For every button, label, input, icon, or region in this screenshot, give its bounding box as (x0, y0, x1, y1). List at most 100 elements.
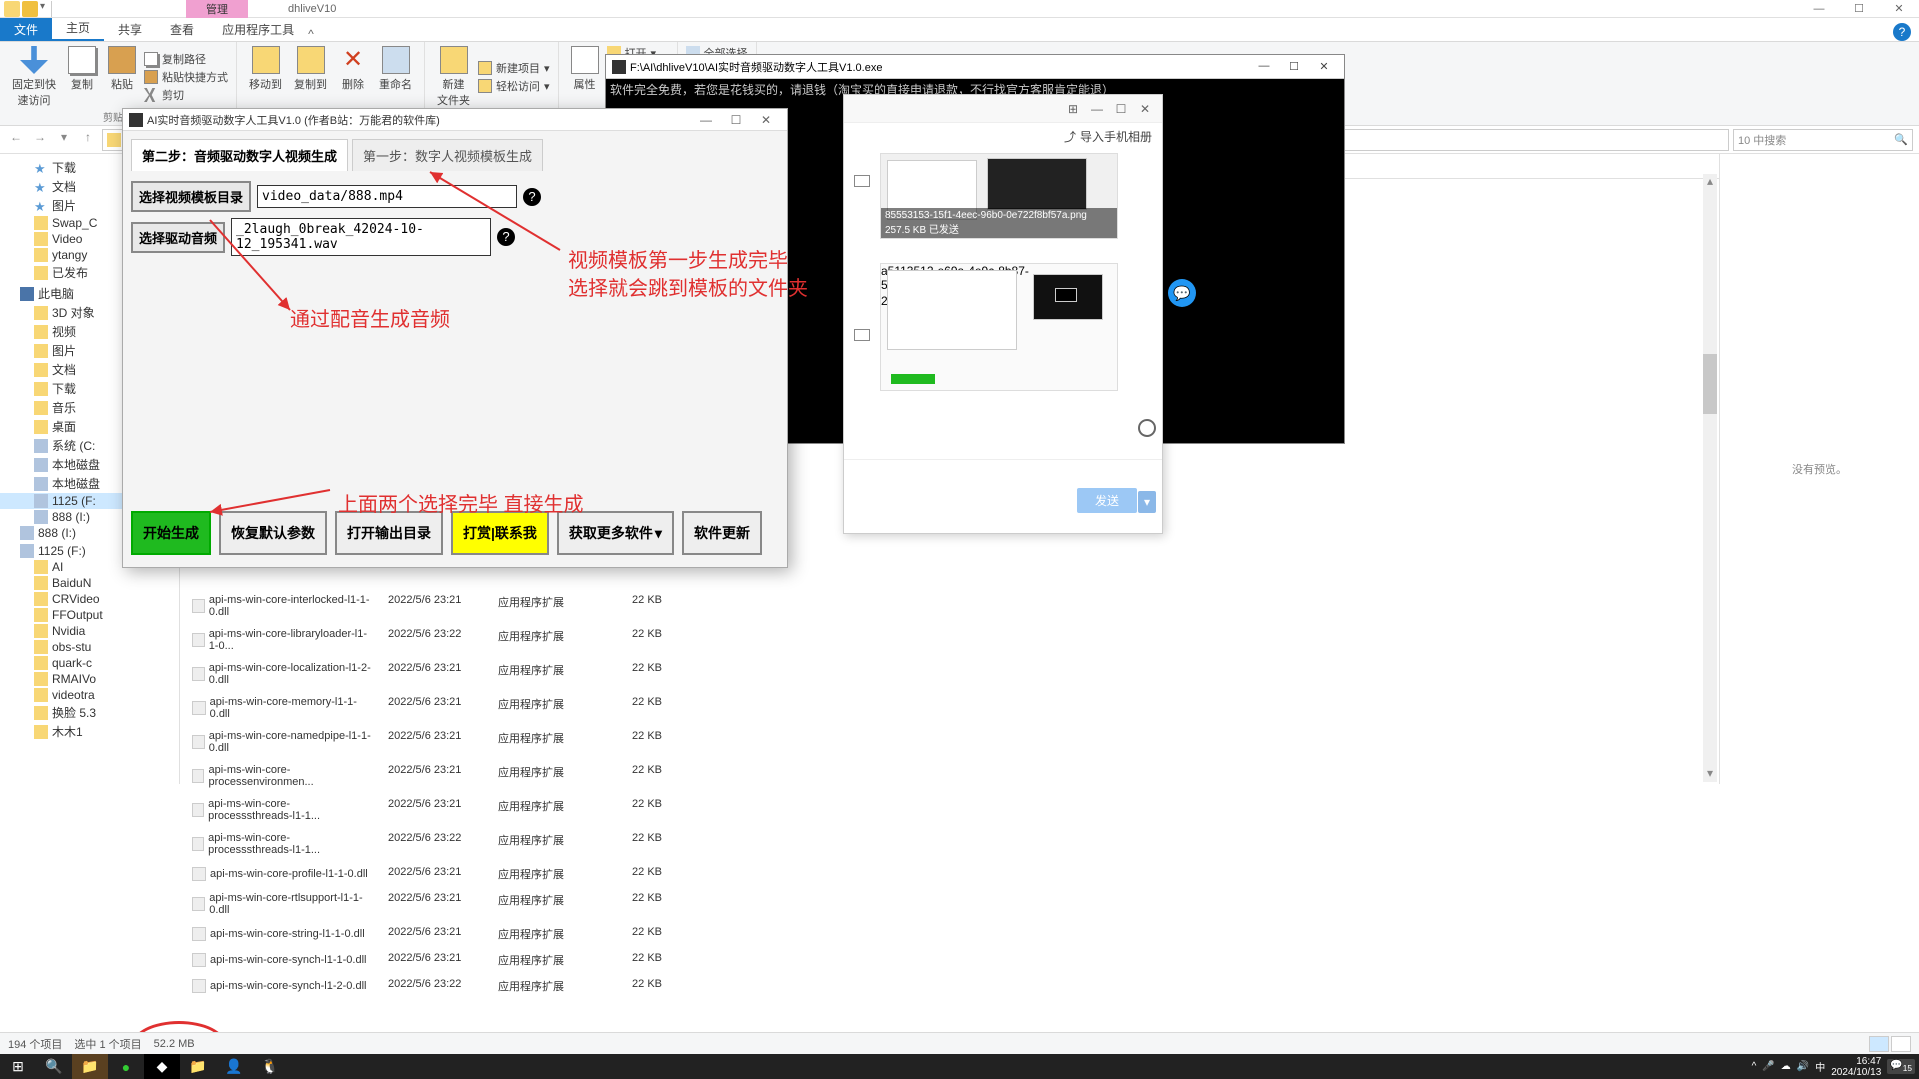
back-button[interactable]: ← (6, 130, 26, 150)
start-button[interactable]: 开始生成 (131, 511, 211, 555)
open-output-button[interactable]: 打开输出目录 (335, 511, 443, 555)
notification-icon[interactable]: 💬15 (1887, 1059, 1915, 1074)
video-path-input[interactable]: video_data/888.mp4 (257, 185, 517, 208)
copy-button[interactable]: 复制 (62, 44, 102, 110)
file-row[interactable]: api-ms-win-core-synch-l1-2-0.dll2022/5/6… (180, 973, 1719, 999)
select-audio-button[interactable]: 选择驱动音频 (131, 222, 225, 253)
tree-item[interactable]: RMAIVo (0, 671, 179, 687)
clock[interactable]: 16:47 2024/10/13 (1831, 1056, 1881, 1078)
close-button[interactable]: ✕ (1134, 102, 1156, 116)
context-tab[interactable]: 管理 (186, 0, 248, 18)
file-row[interactable]: api-ms-win-core-processenvironmen...2022… (180, 759, 1719, 793)
properties-button[interactable]: 属性 (565, 44, 605, 98)
send-button[interactable]: 发送 (1077, 488, 1137, 513)
tab-step1[interactable]: 第一步：数字人视频模板生成 (352, 139, 543, 171)
clock-icon[interactable] (1138, 419, 1156, 437)
close-button[interactable]: ✕ (1310, 60, 1338, 73)
donate-button[interactable]: 打赏|联系我 (451, 511, 549, 555)
easy-access-button[interactable]: 轻松访问▾ (476, 77, 552, 95)
paste-button[interactable]: 粘贴 (102, 44, 142, 110)
scroll-thumb[interactable] (1703, 354, 1717, 414)
qat-icon[interactable] (22, 1, 38, 17)
mic-icon[interactable]: 🎤 (1762, 1061, 1774, 1072)
file-row[interactable]: api-ms-win-core-rtlsupport-l1-1-0.dll202… (180, 887, 1719, 921)
tab-view[interactable]: 查看 (156, 18, 208, 41)
tree-item[interactable]: quark-c (0, 655, 179, 671)
tab-share[interactable]: 共享 (104, 18, 156, 41)
send-dropdown[interactable]: ▾ (1138, 491, 1156, 513)
volume-icon[interactable]: 🔊 (1797, 1061, 1809, 1072)
paste-shortcut-button[interactable]: 粘贴快捷方式 (142, 68, 230, 86)
folder-icon[interactable] (4, 1, 20, 17)
scroll-up-icon[interactable]: ▴ (1703, 174, 1717, 190)
taskbar-app[interactable]: 📁 (72, 1054, 108, 1079)
search-button[interactable]: 🔍 (36, 1054, 72, 1079)
tab-step2[interactable]: 第二步：音频驱动数字人视频生成 (131, 139, 348, 171)
search-input[interactable]: 10 中搜索🔍 (1733, 129, 1913, 151)
file-row[interactable]: api-ms-win-core-localization-l1-2-0.dll2… (180, 657, 1719, 691)
new-folder-button[interactable]: 新建 文件夹 (431, 44, 476, 110)
minimize-button[interactable]: — (1799, 0, 1839, 18)
taskbar-wechat[interactable]: ● (108, 1054, 144, 1079)
tab-app-tools[interactable]: 应用程序工具 (208, 18, 308, 41)
chat-import[interactable]: ⤴ 导入手机相册 (844, 123, 1162, 149)
forward-button[interactable]: → (30, 130, 50, 150)
chat-image-1[interactable]: 85553153-15f1-4eec-96b0-0e722f8bf57a.png… (880, 153, 1118, 239)
tree-item[interactable]: FFOutput (0, 607, 179, 623)
maximize-button[interactable]: ☐ (1280, 60, 1308, 73)
tree-item[interactable]: CRVideo (0, 591, 179, 607)
move-to-button[interactable]: 移动到 (243, 44, 288, 94)
file-row[interactable]: api-ms-win-core-libraryloader-l1-1-0...2… (180, 623, 1719, 657)
file-row[interactable]: api-ms-win-core-synch-l1-1-0.dll2022/5/6… (180, 947, 1719, 973)
cloud-icon[interactable]: ☁ (1781, 1061, 1791, 1072)
tree-item[interactable]: 木木1 (0, 722, 179, 741)
minimize-button[interactable]: — (691, 113, 721, 127)
delete-button[interactable]: ✕删除 (333, 44, 373, 94)
tab-file[interactable]: 文件 (0, 18, 52, 41)
history-dropdown-icon[interactable]: ▾ (54, 130, 74, 150)
scrollbar[interactable]: ▴ ▾ (1703, 174, 1717, 782)
help-icon[interactable]: ? (1893, 23, 1911, 41)
new-item-button[interactable]: 新建项目▾ (476, 59, 552, 77)
tree-item[interactable]: Nvidia (0, 623, 179, 639)
file-row[interactable]: api-ms-win-core-profile-l1-1-0.dll2022/5… (180, 861, 1719, 887)
up-button[interactable]: ↑ (78, 130, 98, 150)
chat-bubble-icon[interactable]: 💬 (1168, 279, 1196, 307)
start-button[interactable]: ⊞ (0, 1054, 36, 1079)
file-row[interactable]: api-ms-win-core-processsthreads-l1-1...2… (180, 793, 1719, 827)
chat-image-2[interactable]: a5113512-e69a-4e9c-8b87-537095dfb4c0.png… (880, 263, 1118, 391)
rename-button[interactable]: 重命名 (373, 44, 418, 94)
file-row[interactable]: api-ms-win-core-processsthreads-l1-1...2… (180, 827, 1719, 861)
tree-item[interactable]: obs-stu (0, 639, 179, 655)
tree-item[interactable]: 换脸 5.3 (0, 703, 179, 722)
cut-button[interactable]: 剪切 (142, 86, 230, 104)
icons-view-button[interactable] (1891, 1036, 1911, 1052)
taskbar-explorer[interactable]: 📁 (180, 1054, 216, 1079)
tray-expand-icon[interactable]: ^ (1752, 1061, 1757, 1072)
close-button[interactable]: ✕ (1879, 0, 1919, 18)
copy-to-button[interactable]: 复制到 (288, 44, 333, 94)
taskbar-qq[interactable]: 🐧 (252, 1054, 288, 1079)
layout-icon[interactable]: ⊞ (1062, 102, 1084, 116)
taskbar-app[interactable]: 👤 (216, 1054, 252, 1079)
reset-button[interactable]: 恢复默认参数 (219, 511, 327, 555)
file-row[interactable]: api-ms-win-core-memory-l1-1-0.dll2022/5/… (180, 691, 1719, 725)
copy-path-button[interactable]: 复制路径 (142, 50, 230, 68)
help-icon[interactable]: ? (497, 228, 515, 246)
maximize-button[interactable]: ☐ (1839, 0, 1879, 18)
file-row[interactable]: api-ms-win-core-string-l1-1-0.dll2022/5/… (180, 921, 1719, 947)
minimize-button[interactable]: — (1086, 102, 1108, 116)
details-view-button[interactable] (1869, 1036, 1889, 1052)
help-icon[interactable]: ? (523, 188, 541, 206)
maximize-button[interactable]: ☐ (1110, 102, 1132, 116)
minimize-button[interactable]: — (1250, 60, 1278, 73)
tab-home[interactable]: 主页 (52, 16, 104, 41)
ime-indicator[interactable]: 中 (1815, 1059, 1825, 1074)
qat-dropdown-icon[interactable]: ▾ (40, 1, 45, 17)
ribbon-minimize-icon[interactable]: ^ (308, 27, 314, 41)
folder-icon[interactable] (854, 175, 870, 187)
taskbar-app[interactable]: ◆ (144, 1054, 180, 1079)
close-button[interactable]: ✕ (751, 113, 781, 127)
folder-icon[interactable] (854, 329, 870, 341)
file-row[interactable]: api-ms-win-core-interlocked-l1-1-0.dll20… (180, 589, 1719, 623)
